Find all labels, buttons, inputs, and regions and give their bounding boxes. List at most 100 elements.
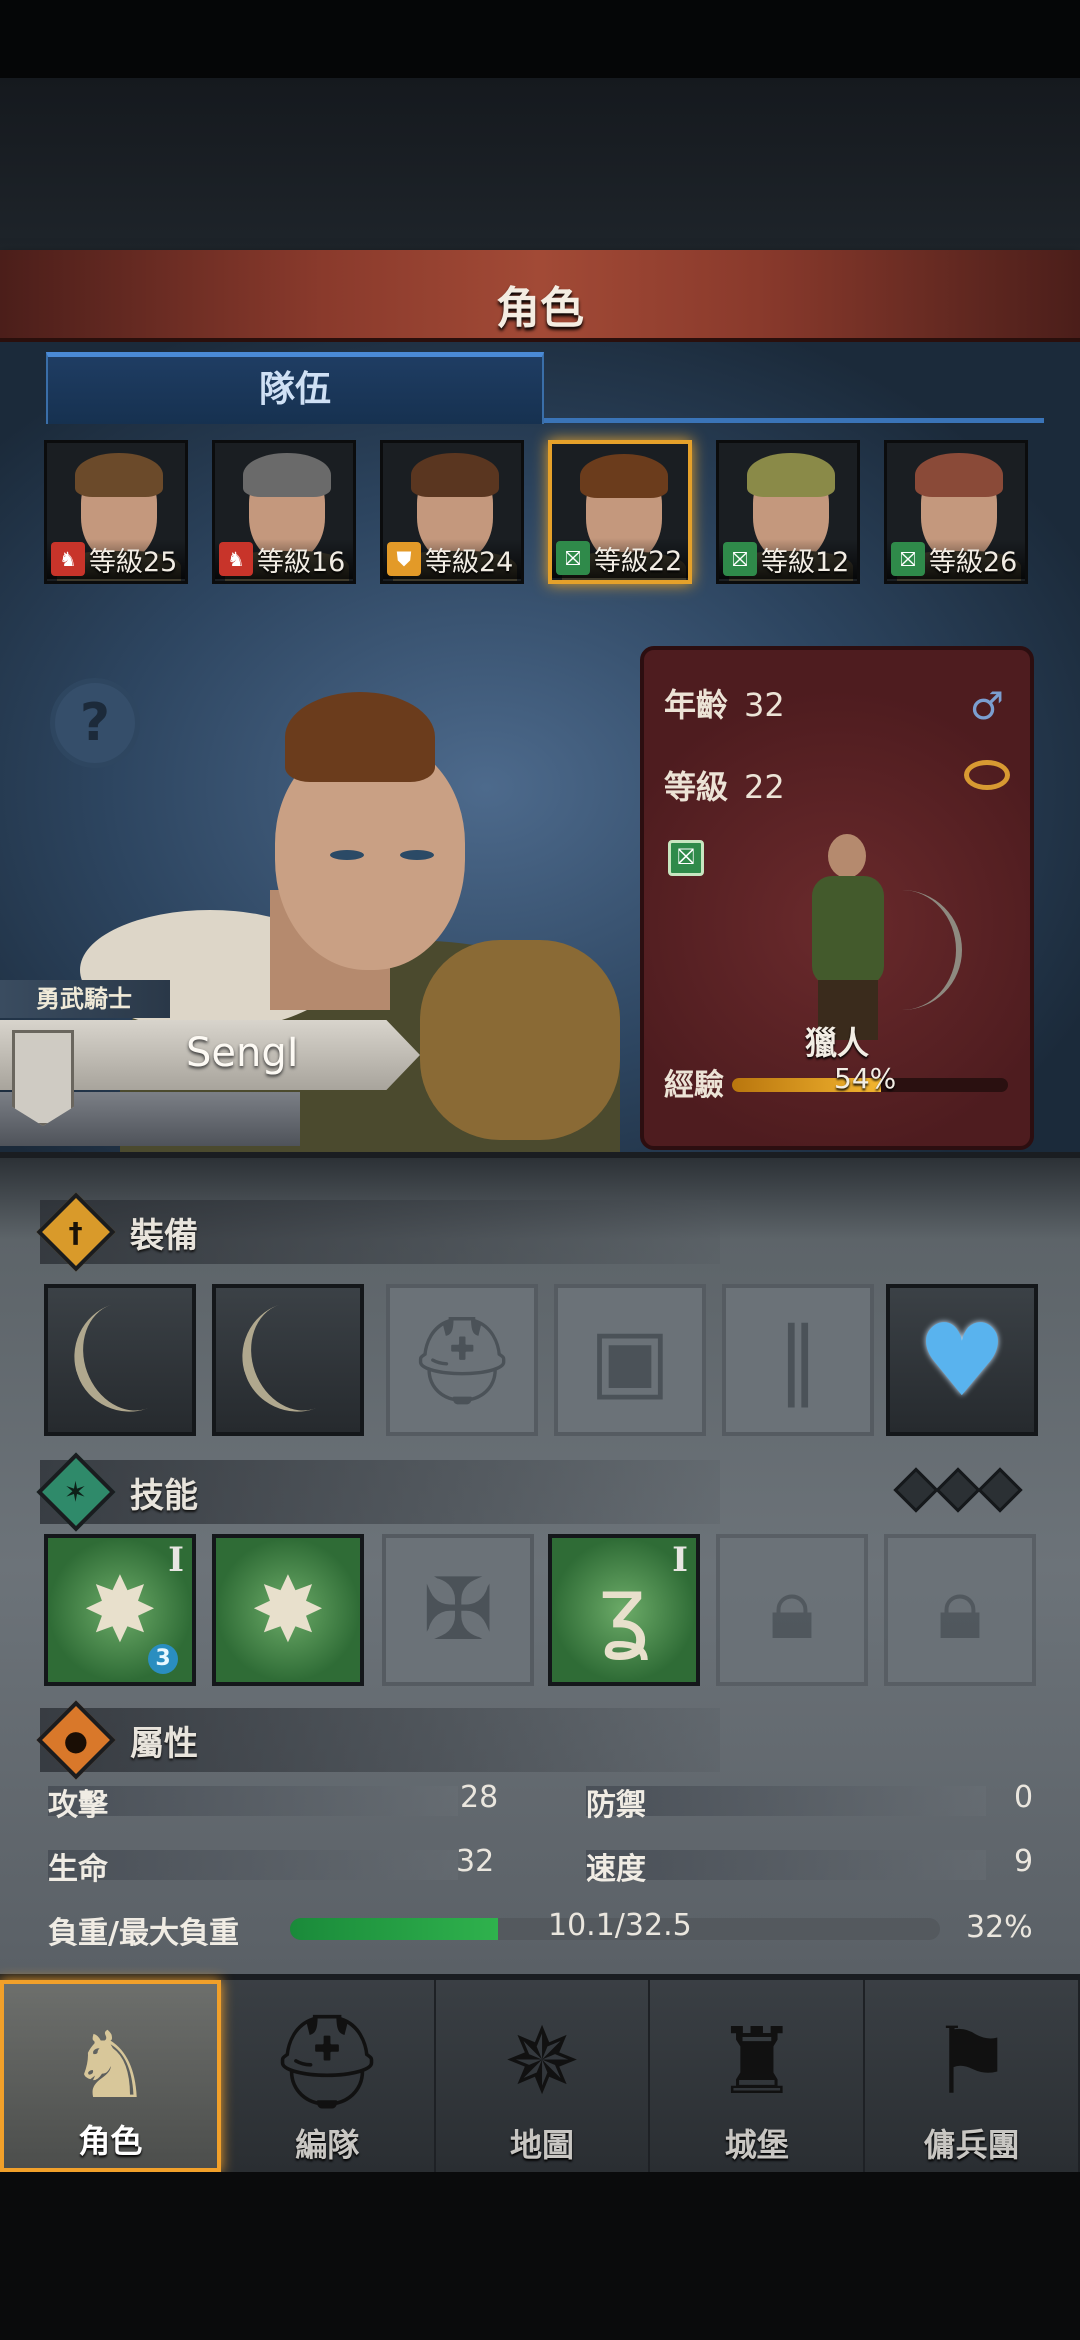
attack-value: 28 bbox=[460, 1780, 499, 1815]
hero-name: SengI bbox=[186, 1030, 299, 1076]
castle-icon: ♜ bbox=[715, 2008, 799, 2115]
portrait-hair bbox=[75, 453, 163, 497]
skill-gem-icon bbox=[893, 1467, 939, 1513]
sword-burst-icon: ✸ bbox=[82, 1557, 158, 1663]
portrait-hair bbox=[915, 453, 1003, 497]
male-icon: ♂ bbox=[969, 684, 1004, 728]
skill-slot-1[interactable]: ✸ I 3 bbox=[44, 1534, 196, 1686]
skills-title: 技能 bbox=[130, 1475, 198, 1516]
heart-amulet-icon: ♥ bbox=[917, 1301, 1007, 1419]
portrait-hair bbox=[747, 453, 835, 497]
equipment-slot-3[interactable]: ⛑ bbox=[386, 1284, 538, 1436]
nav-castle[interactable]: ♜ 城堡 bbox=[650, 1980, 866, 2172]
party-member-6[interactable]: ⛝ 等級26 bbox=[884, 440, 1028, 584]
compass-icon: ✵ bbox=[503, 2008, 581, 2115]
stat-bar bbox=[586, 1786, 986, 1816]
member-level-text: 等級24 bbox=[425, 546, 514, 578]
boots-icon: ∥ bbox=[776, 1310, 820, 1410]
load-value: 10.1/32.5 bbox=[548, 1908, 692, 1943]
exp-percent: 54% bbox=[834, 1062, 897, 1095]
member-level: ♞ 等級16 bbox=[215, 539, 353, 579]
equipment-slot-1[interactable] bbox=[44, 1284, 196, 1436]
knight-icon: ♞ bbox=[69, 2012, 152, 2119]
party-member-1[interactable]: ♞ 等級25 bbox=[44, 440, 188, 584]
equipment-slots: ⛑ ▣ ∥ ♥ bbox=[44, 1284, 1044, 1436]
bow-burst-icon: ✸ bbox=[250, 1557, 326, 1663]
member-level: ♞ 等級25 bbox=[47, 539, 185, 579]
party-member-3[interactable]: ⛊ 等級24 bbox=[380, 440, 524, 584]
helmet-group-icon: ⛑ bbox=[268, 2008, 386, 2115]
age-value: 32 bbox=[744, 686, 785, 724]
stat-hp: 生命 32 bbox=[48, 1844, 508, 1888]
tab-party[interactable]: 隊伍 bbox=[46, 352, 544, 424]
speed-label: 速度 bbox=[586, 1852, 646, 1887]
crossed-bow-icon: ⛝ bbox=[556, 541, 590, 575]
age-label: 年齡 bbox=[664, 686, 729, 724]
skill-slot-2[interactable]: ✸ bbox=[212, 1534, 364, 1686]
age-row: 年齡 32 bbox=[664, 680, 785, 726]
stat-speed: 速度 9 bbox=[586, 1844, 1036, 1888]
skill-slot-6-locked[interactable]: 🔒︎ bbox=[884, 1534, 1036, 1686]
bow-icon bbox=[902, 890, 962, 1010]
party-member-5[interactable]: ⛝ 等級12 bbox=[716, 440, 860, 584]
skill-rank: I bbox=[168, 1540, 184, 1580]
hp-label: 生命 bbox=[48, 1852, 108, 1887]
skills-header: ✶ 技能 bbox=[36, 1452, 720, 1532]
heraldry-shield-icon[interactable] bbox=[12, 1030, 74, 1126]
defense-label: 防禦 bbox=[586, 1788, 646, 1823]
portrait-hair bbox=[411, 453, 499, 497]
member-level-text: 等級16 bbox=[257, 546, 346, 578]
ring-icon[interactable] bbox=[964, 760, 1010, 790]
nav-mercenaries[interactable]: ⚑ 傭兵團 bbox=[865, 1980, 1080, 2172]
page-title: 角色 bbox=[496, 283, 584, 334]
bottom-nav: ♞ 角色 ⛑ 編隊 ✵ 地圖 ♜ 城堡 ⚑ 傭兵團 bbox=[0, 1974, 1080, 2172]
skill-slot-3[interactable]: ✠ bbox=[382, 1534, 534, 1686]
crossed-bow-icon: ⛝ bbox=[668, 840, 704, 876]
nav-formation[interactable]: ⛑ 編隊 bbox=[221, 1980, 436, 2172]
nav-character[interactable]: ♞ 角色 bbox=[0, 1980, 221, 2172]
stat-load-label: 負重/最大負重 bbox=[48, 1908, 288, 1952]
horse-head-icon: ♞ bbox=[51, 542, 85, 576]
equipment-slot-6[interactable]: ♥ bbox=[886, 1284, 1038, 1436]
helmet-icon: ⛑ bbox=[407, 1310, 517, 1411]
swift-foot-icon: ʓ bbox=[598, 1557, 650, 1663]
skill-slot-4[interactable]: ʓ I bbox=[548, 1534, 700, 1686]
party-member-4-selected[interactable]: ⛝ 等級22 bbox=[548, 440, 692, 584]
party-member-2[interactable]: ♞ 等級16 bbox=[212, 440, 356, 584]
hero-title: 勇武騎士 bbox=[0, 980, 170, 1018]
lock-icon: 🔒︎ bbox=[937, 1559, 983, 1659]
nav-map[interactable]: ✵ 地圖 bbox=[436, 1980, 651, 2172]
bow-icon bbox=[58, 1292, 182, 1428]
nav-label: 城堡 bbox=[724, 2126, 789, 2164]
level-row: 等級 22 bbox=[664, 762, 785, 808]
equipment-slot-5[interactable]: ∥ bbox=[722, 1284, 874, 1436]
equipment-slot-2[interactable] bbox=[212, 1284, 364, 1436]
equipment-slot-4[interactable]: ▣ bbox=[554, 1284, 706, 1436]
skill-gem-icon bbox=[977, 1467, 1023, 1513]
hero-eye bbox=[330, 850, 364, 860]
hero-shoulder-pad bbox=[420, 940, 620, 1140]
top-background bbox=[0, 78, 1080, 250]
hero-hair bbox=[285, 692, 435, 782]
tab-underline bbox=[544, 418, 1044, 423]
member-level-text: 等級12 bbox=[761, 546, 850, 578]
stat-defense: 防禦 0 bbox=[586, 1780, 1036, 1824]
skill-slot-5-locked[interactable]: 🔒︎ bbox=[716, 1534, 868, 1686]
horse-head-icon: ♞ bbox=[219, 542, 253, 576]
stat-bar bbox=[48, 1786, 458, 1816]
level-label: 等級 bbox=[664, 768, 729, 806]
title-banner: 角色 bbox=[0, 250, 1080, 342]
member-level: ⛝ 等級22 bbox=[552, 538, 688, 578]
stat-attack: 攻擊 28 bbox=[48, 1780, 508, 1824]
level-value: 22 bbox=[744, 768, 785, 806]
portrait-hair bbox=[243, 453, 331, 497]
nav-label: 編隊 bbox=[295, 2126, 360, 2164]
skill-slots: ✸ I 3 ✸ ✠ ʓ I 🔒︎ 🔒︎ bbox=[44, 1534, 1044, 1686]
exp-label: 經驗 bbox=[664, 1068, 724, 1103]
tab-party-label: 隊伍 bbox=[258, 369, 331, 410]
system-nav-area bbox=[0, 2172, 1080, 2340]
portrait-hair bbox=[580, 454, 668, 498]
attack-label: 攻擊 bbox=[48, 1788, 108, 1823]
skill-gem-icon bbox=[935, 1467, 981, 1513]
person-icon: ● bbox=[36, 1700, 116, 1780]
